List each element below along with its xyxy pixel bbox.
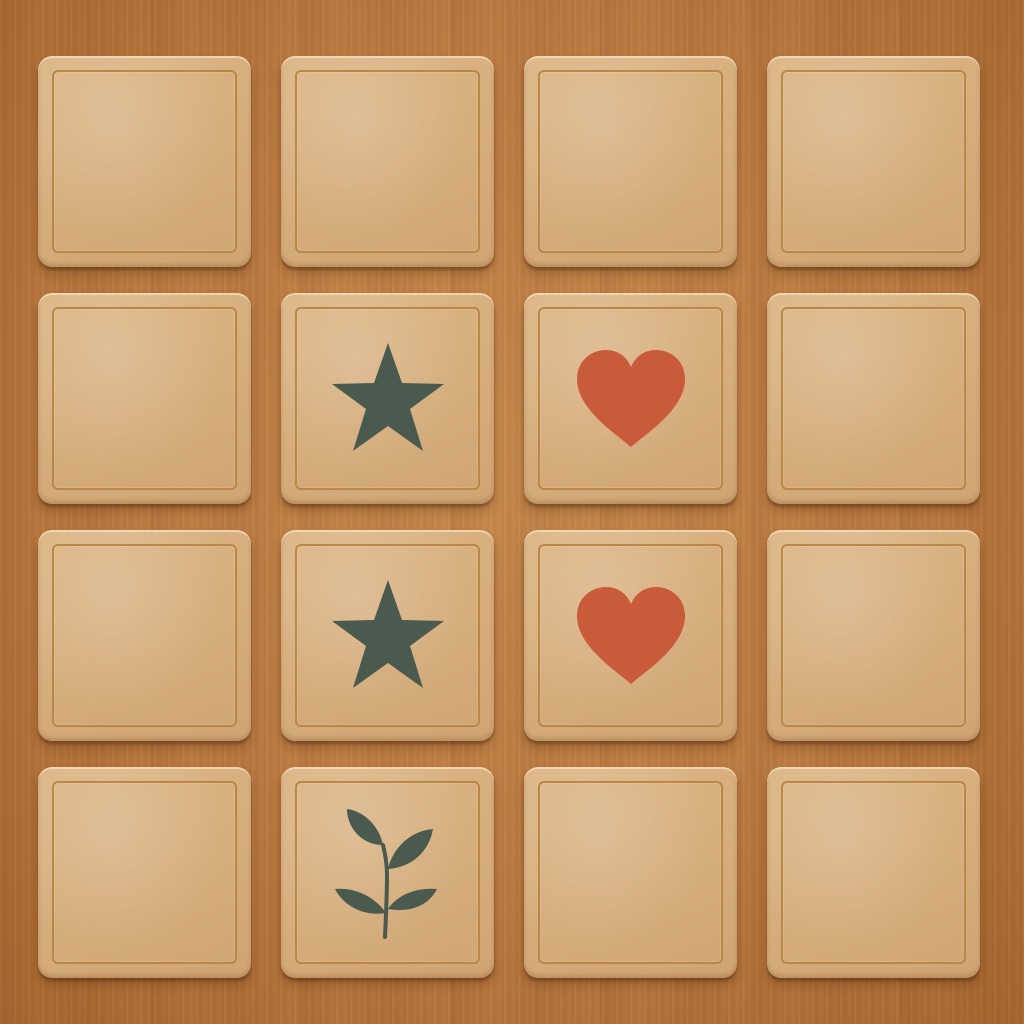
- tile-frame: [781, 307, 966, 490]
- tile-r2-c2[interactable]: [281, 293, 494, 504]
- tile-r1-c1[interactable]: [38, 56, 251, 267]
- tile-r2-c4[interactable]: [767, 293, 980, 504]
- tile-r3-c3[interactable]: [524, 530, 737, 741]
- tile-r4-c2[interactable]: [281, 767, 494, 978]
- tile-frame: [52, 544, 237, 727]
- tile-frame: [781, 70, 966, 253]
- tile-grid: [38, 56, 980, 980]
- tile-r3-c1[interactable]: [38, 530, 251, 741]
- game-board: [0, 0, 1024, 1024]
- tile-frame: [52, 70, 237, 253]
- tile-r4-c3[interactable]: [524, 767, 737, 978]
- tile-frame: [538, 70, 723, 253]
- heart-icon: [576, 586, 685, 684]
- tile-r2-c1[interactable]: [38, 293, 251, 504]
- tile-r3-c2[interactable]: [281, 530, 494, 741]
- tile-frame: [295, 70, 480, 253]
- tile-r1-c4[interactable]: [767, 56, 980, 267]
- tile-frame: [781, 781, 966, 964]
- heart-icon: [576, 349, 685, 447]
- tile-frame: [52, 307, 237, 490]
- tile-frame: [538, 781, 723, 964]
- tile-r3-c4[interactable]: [767, 530, 980, 741]
- plant-icon: [334, 808, 437, 939]
- star-icon: [331, 342, 444, 451]
- tile-frame: [781, 544, 966, 727]
- tile-r1-c2[interactable]: [281, 56, 494, 267]
- tile-r1-c3[interactable]: [524, 56, 737, 267]
- tile-r4-c4[interactable]: [767, 767, 980, 978]
- star-icon: [331, 579, 444, 688]
- tile-r2-c3[interactable]: [524, 293, 737, 504]
- tile-r4-c1[interactable]: [38, 767, 251, 978]
- tile-frame: [52, 781, 237, 964]
